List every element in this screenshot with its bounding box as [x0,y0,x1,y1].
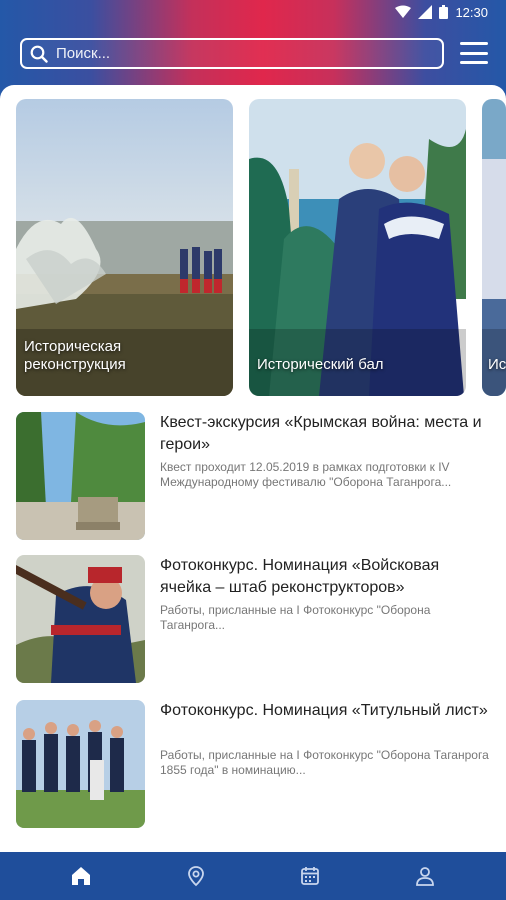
featured-carousel[interactable]: Историческая реконструкция Исторический … [16,99,506,396]
item-description: Работы, присланные на I Фотоконкурс "Обо… [160,603,431,632]
list-item[interactable]: Фотоконкурс. Номинация «Войсковая ячейка… [16,555,490,685]
search-icon [30,45,48,63]
search-input[interactable] [56,45,416,62]
signal-icon [418,5,433,19]
search-bar[interactable] [20,38,444,69]
calendar-icon [301,867,320,885]
list-item[interactable]: Квест-экскурсия «Крымская война: места и… [16,412,490,542]
nav-calendar[interactable] [290,856,330,896]
card-label: Ис [488,356,506,373]
featured-card[interactable]: Исторический бал [249,99,466,396]
nav-profile[interactable] [405,856,445,896]
card-image [482,99,506,396]
battery-icon [439,5,449,19]
item-title: Фотоконкурс. Номинация «Титульный лист» [160,702,488,719]
featured-card[interactable]: Историческая реконструкция [16,99,233,396]
bottom-navigation [0,852,506,900]
app-header: 12:30 [0,0,506,96]
card-label: Исторический бал [257,356,384,373]
item-thumbnail [16,555,145,683]
main-content: Историческая реконструкция Исторический … [0,85,506,852]
item-title: Квест-экскурсия «Крымская война: места и… [160,414,482,453]
status-bar: 12:30 [0,0,506,24]
profile-icon [415,867,434,886]
item-thumbnail [16,700,145,828]
menu-button[interactable] [460,40,488,66]
nav-home[interactable] [61,856,101,896]
item-thumbnail [16,412,145,540]
wifi-icon [395,5,412,18]
card-label: Историческая реконструкция [24,338,126,373]
card-image [249,99,466,396]
map-pin-icon [187,866,204,887]
item-description: Квест проходит 12.05.2019 в рамках подго… [160,460,452,489]
nav-map[interactable] [176,856,216,896]
menu-icon [460,42,488,45]
list-item[interactable]: Фотоконкурс. Номинация «Титульный лист» … [16,700,490,830]
item-description: Работы, присланные на I Фотоконкурс "Обо… [160,748,489,777]
featured-card[interactable]: Ис [482,99,506,396]
home-icon [72,867,91,885]
item-title: Фотоконкурс. Номинация «Войсковая ячейка… [160,557,440,596]
status-time: 12:30 [455,4,488,20]
